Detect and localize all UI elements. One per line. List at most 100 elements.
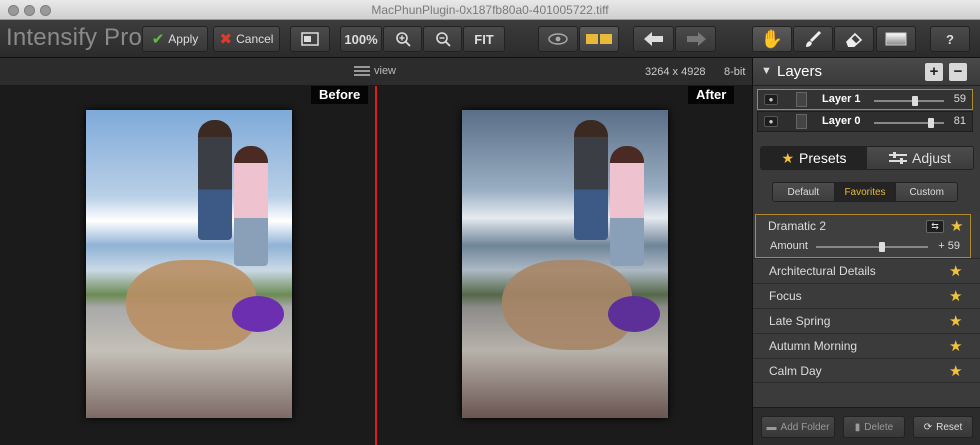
favorite-star-icon[interactable]: ★ xyxy=(949,362,962,380)
eye-icon xyxy=(548,33,568,45)
favorite-star-icon[interactable]: ★ xyxy=(949,312,962,330)
view-toggle[interactable]: view xyxy=(354,65,396,77)
single-view-icon xyxy=(301,32,319,46)
slider-knob[interactable] xyxy=(879,242,886,252)
tab-presets[interactable]: ★ Presets xyxy=(761,147,867,169)
redo-arrow-icon xyxy=(686,32,706,46)
layer-thumbnail xyxy=(796,92,807,107)
add-folder-label: Add Folder xyxy=(780,421,830,433)
undo-arrow-icon xyxy=(643,32,663,46)
brush-icon xyxy=(806,30,822,47)
bit-depth: 8-bit xyxy=(724,66,746,78)
layer-thumbnail xyxy=(796,114,807,129)
split-divider[interactable] xyxy=(375,86,377,445)
collapse-caret-icon[interactable]: ▼ xyxy=(761,65,772,77)
cancel-button[interactable]: ✖ Cancel xyxy=(213,26,280,52)
amount-label: Amount xyxy=(770,240,808,252)
remove-layer-button[interactable]: − xyxy=(949,63,967,81)
favorite-star-icon[interactable]: ★ xyxy=(949,287,962,305)
subtab-favorites[interactable]: Favorites xyxy=(834,183,897,201)
add-folder-button[interactable]: ▬ Add Folder xyxy=(761,416,835,438)
brush-tool-button[interactable] xyxy=(793,26,833,52)
star-icon: ★ xyxy=(781,149,795,166)
eraser-icon xyxy=(846,32,863,47)
hand-tool-button[interactable]: ✋ xyxy=(752,26,792,52)
gradient-tool-button[interactable] xyxy=(876,26,916,52)
view-bar: view 3264 x 4928 8-bit xyxy=(0,58,752,86)
reset-button[interactable]: ⟳ Reset xyxy=(913,416,973,438)
active-preset-name: Dramatic 2 xyxy=(768,219,827,233)
split-view-button[interactable] xyxy=(579,26,619,52)
hand-icon: ✋ xyxy=(760,29,784,49)
single-view-button[interactable] xyxy=(290,26,330,52)
preset-name: Architectural Details xyxy=(769,264,876,278)
amount-value: + 59 xyxy=(938,240,960,252)
visibility-eye-icon[interactable]: ● xyxy=(764,94,778,105)
preview-toggle-button[interactable] xyxy=(538,26,578,52)
apply-label: Apply xyxy=(168,32,199,46)
panel-tabs: ★ Presets Adjust xyxy=(760,146,974,170)
preset-item[interactable]: Focus ★ xyxy=(753,283,980,308)
preset-name: Calm Day xyxy=(769,364,822,378)
window-title-bar: MacPhunPlugin-0x187fb80a0-401005722.tiff xyxy=(0,0,980,20)
layers-header: ▼ Layers + − xyxy=(753,58,980,86)
layers-title: Layers xyxy=(777,63,823,80)
layer-opacity-slider[interactable] xyxy=(874,118,944,128)
active-preset[interactable]: Dramatic 2 ⇆ ★ Amount + 59 xyxy=(755,214,971,258)
redo-button[interactable] xyxy=(675,26,716,52)
gradient-icon xyxy=(885,32,907,46)
zoom-100-label: 100% xyxy=(344,31,378,47)
sliders-icon xyxy=(889,152,908,164)
layer-name: Layer 0 xyxy=(822,115,861,127)
add-layer-button[interactable]: + xyxy=(925,63,943,81)
app-name: Intensify Pro xyxy=(6,24,142,51)
slider-knob[interactable] xyxy=(927,118,934,128)
x-mark-icon: ✖ xyxy=(219,30,233,48)
preset-item[interactable]: Autumn Morning ★ xyxy=(753,333,980,358)
apply-button[interactable]: ✔ Apply xyxy=(142,26,208,52)
favorite-star-icon[interactable]: ★ xyxy=(949,262,962,280)
reset-label: Reset xyxy=(936,421,963,433)
amount-slider[interactable] xyxy=(816,242,928,252)
zoom-out-button[interactable] xyxy=(423,26,462,52)
zoom-in-button[interactable] xyxy=(383,26,422,52)
favorite-star-icon[interactable]: ★ xyxy=(949,337,962,355)
trash-icon: ▮ xyxy=(854,421,861,433)
tab-presets-label: Presets xyxy=(799,150,847,166)
layer-name: Layer 1 xyxy=(822,93,861,105)
before-label: Before xyxy=(311,86,369,104)
preset-item[interactable]: Calm Day ★ xyxy=(753,358,980,383)
image-canvas[interactable]: Before After xyxy=(0,86,752,445)
subtab-default[interactable]: Default xyxy=(773,183,835,201)
delete-label: Delete xyxy=(864,421,894,433)
reset-icon: ⟳ xyxy=(923,421,933,433)
preset-settings-icon[interactable]: ⇆ xyxy=(926,220,944,233)
tab-adjust[interactable]: Adjust xyxy=(867,147,973,169)
view-lines-icon xyxy=(354,66,370,76)
preset-list: Dramatic 2 ⇆ ★ Amount + 59 Architectural… xyxy=(753,214,980,407)
preset-item[interactable]: Architectural Details ★ xyxy=(753,258,980,283)
eraser-tool-button[interactable] xyxy=(834,26,874,52)
question-mark-icon: ? xyxy=(946,31,954,47)
undo-button[interactable] xyxy=(633,26,674,52)
help-button[interactable]: ? xyxy=(930,26,970,52)
subtab-custom[interactable]: Custom xyxy=(896,183,957,201)
preset-name: Focus xyxy=(769,289,802,303)
cancel-label: Cancel xyxy=(236,32,274,46)
preset-name: Late Spring xyxy=(769,314,831,328)
layer-opacity-value: 59 xyxy=(953,93,966,105)
zoom-in-icon xyxy=(395,32,411,47)
fit-button[interactable]: FIT xyxy=(463,26,505,52)
visibility-eye-icon[interactable]: ● xyxy=(764,116,778,127)
preset-item[interactable]: Late Spring ★ xyxy=(753,308,980,333)
slider-knob[interactable] xyxy=(912,96,919,106)
delete-button[interactable]: ▮ Delete xyxy=(843,416,905,438)
layer-opacity-slider[interactable] xyxy=(874,96,944,106)
fit-label: FIT xyxy=(474,31,494,47)
after-label: After xyxy=(688,86,735,104)
right-panel: ▼ Layers + − ● Layer 1 59 ● Layer 0 81 ★… xyxy=(752,58,980,445)
layer-row[interactable]: ● Layer 0 81 xyxy=(757,111,973,132)
zoom-100-button[interactable]: 100% xyxy=(340,26,382,52)
favorite-star-icon[interactable]: ★ xyxy=(950,217,963,235)
layer-row[interactable]: ● Layer 1 59 xyxy=(757,89,973,110)
